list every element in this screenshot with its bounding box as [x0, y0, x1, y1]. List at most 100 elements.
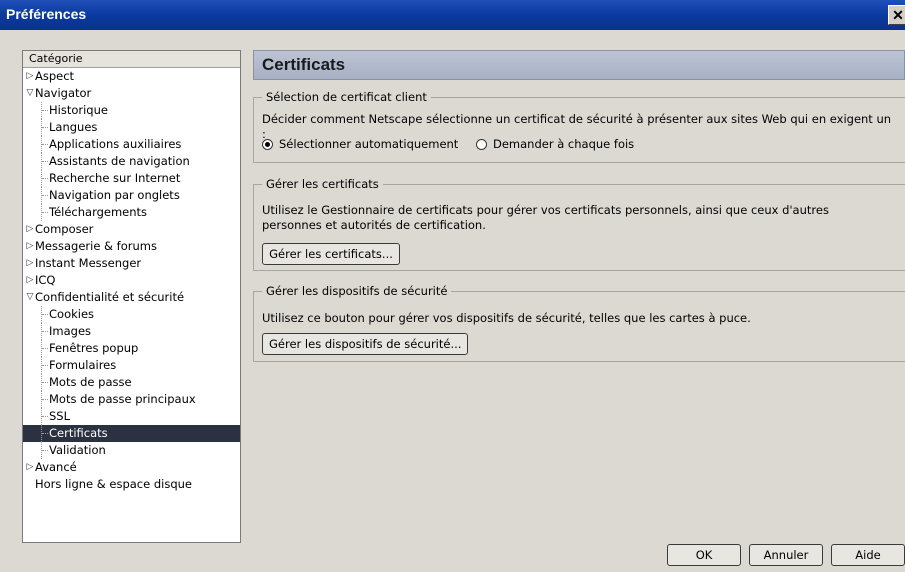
- tree-guide-branch: [42, 331, 48, 333]
- tree-item-navigation-par-onglets[interactable]: Navigation par onglets: [23, 187, 240, 204]
- window-title: Préférences: [6, 6, 87, 22]
- twisty-closed-icon[interactable]: ▷: [25, 255, 35, 272]
- tree-item-icq[interactable]: ▷ ICQ: [23, 272, 240, 289]
- tree-item-label: Cookies: [49, 307, 95, 321]
- client-cert-group: Sélection de certificat client Décider c…: [253, 90, 905, 163]
- tree-guide-branch: [42, 416, 48, 418]
- twisty-closed-icon[interactable]: ▷: [25, 68, 35, 85]
- tree-item-label: Assistants de navigation: [49, 154, 190, 168]
- tree-guide-branch: [42, 127, 48, 129]
- radio-auto-circle[interactable]: [262, 138, 273, 150]
- radio-auto-select[interactable]: Sélectionner automatiquement: [262, 137, 458, 151]
- tree-item-label: Navigation par onglets: [49, 188, 180, 202]
- tree-item-label: Fenêtres popup: [49, 341, 139, 355]
- tree-item-langues[interactable]: Langues: [23, 119, 240, 136]
- tree-guide-branch: [42, 178, 48, 180]
- radio-ask-label: Demander à chaque fois: [493, 137, 635, 151]
- tree-item-instant-messenger[interactable]: ▷ Instant Messenger: [23, 255, 240, 272]
- tree-item-label: Validation: [49, 443, 106, 457]
- tree-guide-branch: [42, 399, 48, 401]
- twisty-open-icon[interactable]: ▽: [25, 289, 35, 306]
- tree-item-cookies[interactable]: Cookies: [23, 306, 240, 323]
- twisty-closed-icon[interactable]: ▷: [25, 272, 35, 289]
- tree-item-navigator[interactable]: ▽ Navigator: [23, 85, 240, 102]
- tree-item-label: Mots de passe principaux: [49, 392, 196, 406]
- tree-item-label: SSL: [49, 409, 71, 423]
- radio-auto-label: Sélectionner automatiquement: [279, 137, 459, 151]
- tree-item-label: Confidentialité et sécurité: [35, 290, 185, 304]
- tree-item-assistants-de-navigation[interactable]: Assistants de navigation: [23, 153, 240, 170]
- tree-item-ssl[interactable]: SSL: [23, 408, 240, 425]
- tree-item-label: Instant Messenger: [35, 256, 142, 270]
- tree-item-composer[interactable]: ▷ Composer: [23, 221, 240, 238]
- tree-item-applications-auxiliaires[interactable]: Applications auxiliaires: [23, 136, 240, 153]
- tree-item-avance[interactable]: ▷ Avancé: [23, 459, 240, 476]
- tree-item-label: Historique: [49, 103, 108, 117]
- tree-item-confidentialite-et-securite[interactable]: ▽ Confidentialité et sécurité: [23, 289, 240, 306]
- manage-certs-description: Utilisez le Gestionnaire de certificats …: [262, 203, 829, 232]
- tree-item-hors-ligne-espace-disque[interactable]: Hors ligne & espace disque: [23, 476, 240, 493]
- tree-item-label: Messagerie & forums: [35, 239, 157, 253]
- tree-item-label: Certificats: [49, 426, 108, 440]
- tree-item-aspect[interactable]: ▷ Aspect: [23, 68, 240, 85]
- manage-devices-description: Utilisez ce bouton pour gérer vos dispos…: [262, 311, 751, 325]
- tree-item-label: Recherche sur Internet: [49, 171, 181, 185]
- manage-devices-button[interactable]: Gérer les dispositifs de sécurité...: [262, 333, 468, 355]
- tree-item-recherche-sur-internet[interactable]: Recherche sur Internet: [23, 170, 240, 187]
- tree-item-label: ICQ: [35, 273, 56, 287]
- tree-item-label: Formulaires: [49, 358, 117, 372]
- tree-item-label: Applications auxiliaires: [49, 137, 182, 151]
- category-tree[interactable]: Catégorie ▷ Aspect ▽ Navigator Historique Lan…: [22, 50, 241, 543]
- tree-rows: ▷ Aspect ▽ Navigator Historique Langues Applic…: [23, 68, 240, 493]
- tree-item-mots-de-passe-principaux[interactable]: Mots de passe principaux: [23, 391, 240, 408]
- manage-certs-legend: Gérer les certificats: [262, 177, 383, 191]
- tree-item-label: Langues: [49, 120, 98, 134]
- tree-item-fenetres-popup[interactable]: Fenêtres popup: [23, 340, 240, 357]
- twisty-open-icon[interactable]: ▽: [25, 85, 35, 102]
- manage-devices-legend: Gérer les dispositifs de sécurité: [262, 284, 452, 298]
- tree-item-label: Images: [49, 324, 92, 338]
- tree-guide-branch: [42, 433, 48, 435]
- tree-item-label: Aspect: [35, 69, 75, 83]
- tree-guide-branch: [42, 144, 48, 146]
- manage-certs-button[interactable]: Gérer les certificats...: [262, 243, 400, 265]
- manage-devices-group: Gérer les dispositifs de sécurité Utilis…: [253, 284, 905, 362]
- twisty-closed-icon[interactable]: ▷: [25, 238, 35, 255]
- tree-column-header[interactable]: Catégorie: [23, 51, 240, 68]
- radio-ask-circle[interactable]: [476, 138, 487, 150]
- tree-item-images[interactable]: Images: [23, 323, 240, 340]
- twisty-closed-icon[interactable]: ▷: [25, 221, 35, 238]
- tree-item-label: Mots de passe: [49, 375, 132, 389]
- twisty-closed-icon[interactable]: ▷: [25, 459, 35, 476]
- tree-item-validation[interactable]: Validation: [23, 442, 240, 459]
- title-bar: Préférences ✕: [0, 0, 905, 30]
- tree-item-label: Composer: [35, 222, 94, 236]
- panel-title: Certificats: [253, 50, 905, 80]
- tree-item-messagerie-forums[interactable]: ▷ Messagerie & forums: [23, 238, 240, 255]
- tree-item-formulaires[interactable]: Formulaires: [23, 357, 240, 374]
- tree-item-telechargements[interactable]: Téléchargements: [23, 204, 240, 221]
- client-cert-legend: Sélection de certificat client: [262, 90, 431, 104]
- close-button[interactable]: ✕: [888, 5, 905, 25]
- tree-item-label: Navigator: [35, 86, 92, 100]
- tree-guide-branch: [42, 161, 48, 163]
- cancel-button[interactable]: Annuler: [749, 544, 823, 566]
- tree-guide-branch: [42, 314, 48, 316]
- tree-guide-branch: [42, 212, 48, 214]
- tree-guide-branch: [42, 195, 48, 197]
- manage-certs-group: Gérer les certificats Utilisez le Gestio…: [253, 177, 905, 271]
- tree-item-label: Hors ligne & espace disque: [35, 477, 193, 491]
- tree-guide-branch: [42, 382, 48, 384]
- tree-item-historique[interactable]: Historique: [23, 102, 240, 119]
- ok-button[interactable]: OK: [667, 544, 741, 566]
- tree-item-certificats[interactable]: Certificats: [23, 425, 240, 442]
- tree-item-label: Téléchargements: [49, 205, 148, 219]
- tree-item-mots-de-passe[interactable]: Mots de passe: [23, 374, 240, 391]
- tree-guide-branch: [42, 348, 48, 350]
- tree-guide-branch: [42, 365, 48, 367]
- tree-guide-branch: [42, 450, 48, 452]
- help-button[interactable]: Aide: [831, 544, 905, 566]
- radio-ask-each-time[interactable]: Demander à chaque fois: [476, 137, 634, 151]
- tree-guide-branch: [42, 110, 48, 112]
- tree-item-label: Avancé: [35, 460, 77, 474]
